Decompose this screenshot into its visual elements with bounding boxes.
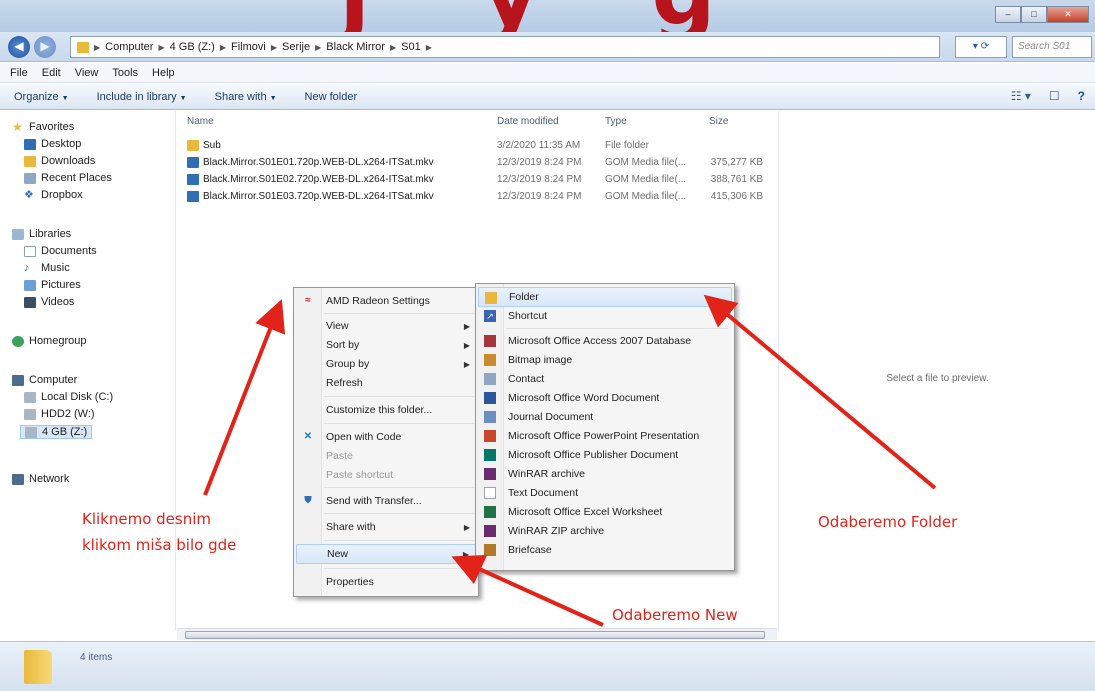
arrow-to-new (451, 555, 604, 627)
arrow-to-folder (703, 294, 937, 490)
annotation-right-click-line2: klikom miša bilo gde (82, 536, 237, 554)
annotation-choose-new: Odaberemo New (612, 606, 738, 624)
annotation-right-click-line1: Kliknemo desnim (82, 510, 212, 528)
arrow-to-empty-space (203, 299, 286, 496)
annotation-choose-folder: Odaberemo Folder (818, 513, 958, 531)
annotation-arrows (203, 294, 937, 627)
